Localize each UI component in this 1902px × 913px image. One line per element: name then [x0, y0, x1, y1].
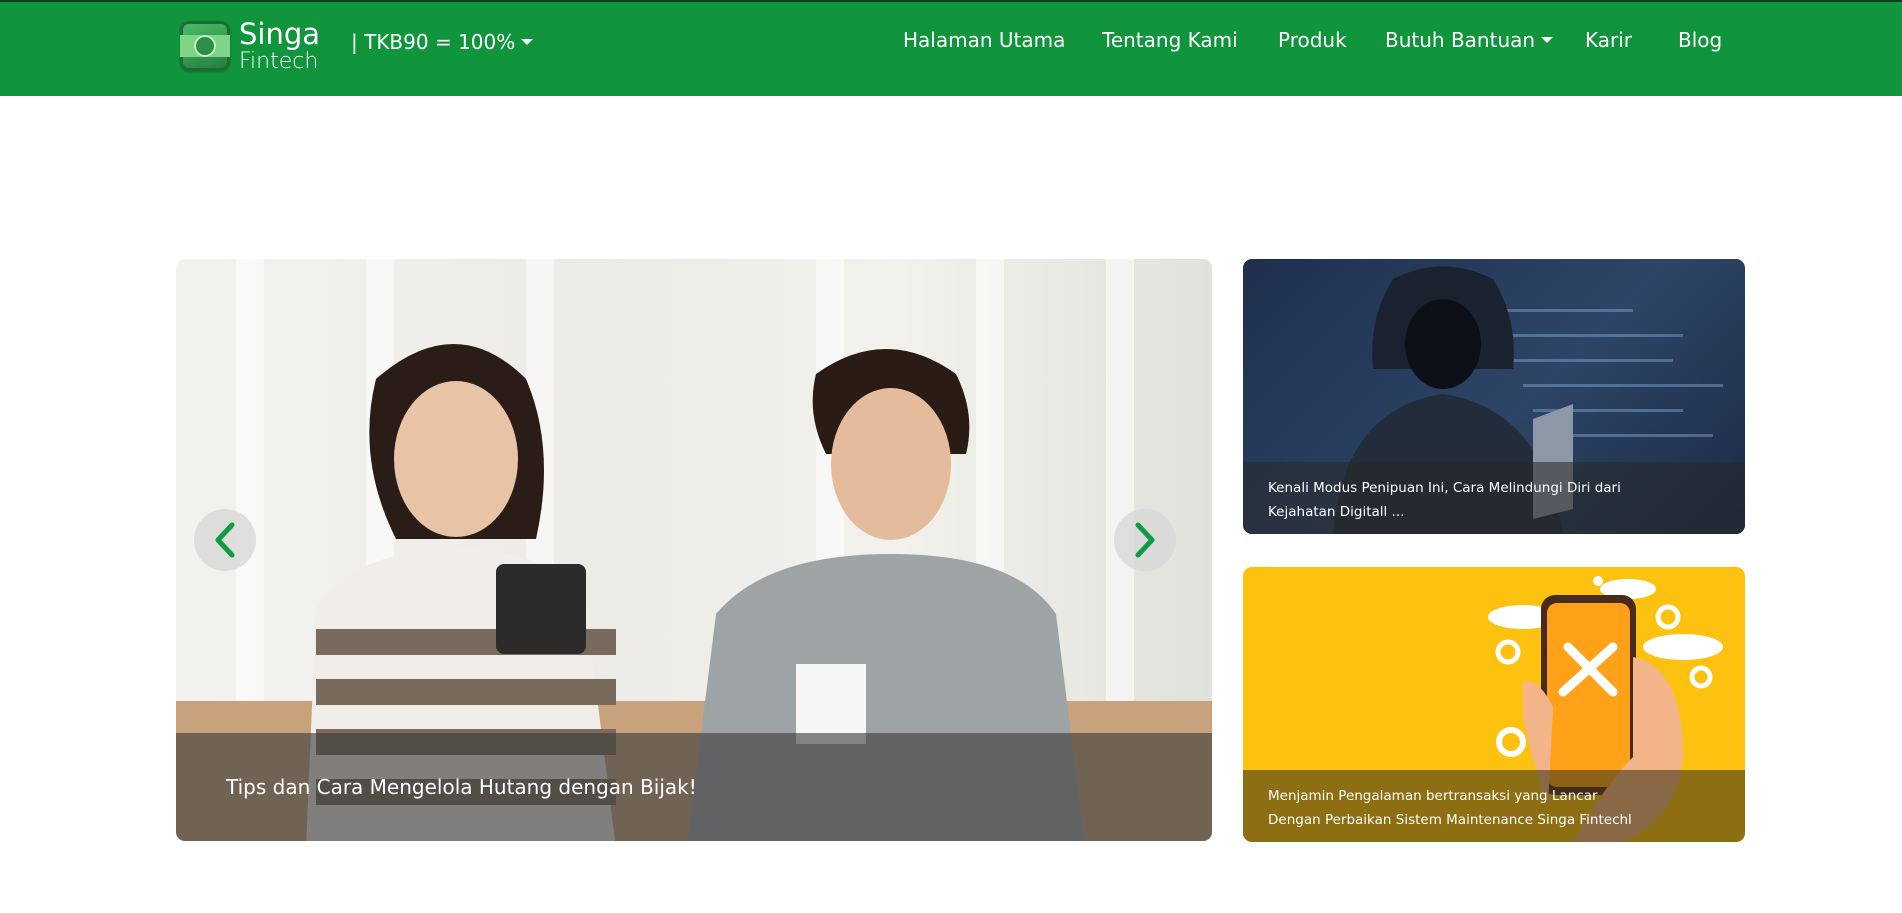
menu-label: Butuh Bantuan	[1385, 28, 1536, 52]
news-card-maintenance[interactable]: Menjamin Pengalaman bertransaksi yang La…	[1243, 567, 1745, 842]
chevron-right-icon	[1135, 522, 1155, 558]
brand-logo[interactable]: Singa Fintech	[180, 16, 320, 76]
carousel-next-button[interactable]	[1114, 509, 1176, 571]
menu-item-butuh-bantuan[interactable]: Butuh Bantuan	[1385, 28, 1554, 52]
menu-item-halaman-utama[interactable]: Halaman Utama	[903, 28, 1065, 52]
card-caption: Kenali Modus Penipuan Ini, Cara Melindun…	[1243, 462, 1745, 534]
menu-label: Karir	[1585, 28, 1633, 52]
brand-line1: Singa	[239, 16, 321, 51]
caret-down-icon	[521, 39, 534, 45]
tkb-dropdown[interactable]: | TKB90 = 100%	[351, 30, 534, 54]
tkb-label: | TKB90 = 100%	[351, 30, 516, 54]
menu-item-blog[interactable]: Blog	[1678, 28, 1722, 52]
menu-item-produk[interactable]: Produk	[1278, 28, 1347, 52]
news-card-cybercrime[interactable]: Kenali Modus Penipuan Ini, Cara Melindun…	[1243, 259, 1745, 534]
card-caption-text: Menjamin Pengalaman bertransaksi yang La…	[1268, 788, 1632, 842]
caret-down-icon	[1541, 37, 1554, 43]
wallet-logo-icon	[180, 21, 230, 71]
brand-name: Singa Fintech	[239, 16, 321, 74]
card-caption-text: Kenali Modus Penipuan Ini, Cara Melindun…	[1268, 480, 1621, 520]
hero-carousel[interactable]: Tips dan Cara Mengelola Hutang dengan Bi…	[176, 259, 1212, 841]
menu-item-karir[interactable]: Karir	[1585, 28, 1632, 52]
menu-item-tentang-kami[interactable]: Tentang Kami	[1102, 28, 1238, 52]
hero-caption-text: Tips dan Cara Mengelola Hutang dengan Bi…	[226, 775, 697, 799]
brand-line2: Fintech	[239, 48, 319, 74]
card-caption: Menjamin Pengalaman bertransaksi yang La…	[1243, 770, 1745, 842]
menu-label: Halaman Utama	[903, 28, 1066, 52]
chevron-left-icon	[215, 522, 235, 558]
menu-label: Produk	[1278, 28, 1347, 52]
navbar: Singa Fintech | TKB90 = 100% Halaman Uta…	[0, 2, 1902, 96]
menu-label: Tentang Kami	[1102, 28, 1238, 52]
menu-label: Blog	[1678, 28, 1723, 52]
carousel-prev-button[interactable]	[194, 509, 256, 571]
hero-caption[interactable]: Tips dan Cara Mengelola Hutang dengan Bi…	[176, 733, 1212, 841]
